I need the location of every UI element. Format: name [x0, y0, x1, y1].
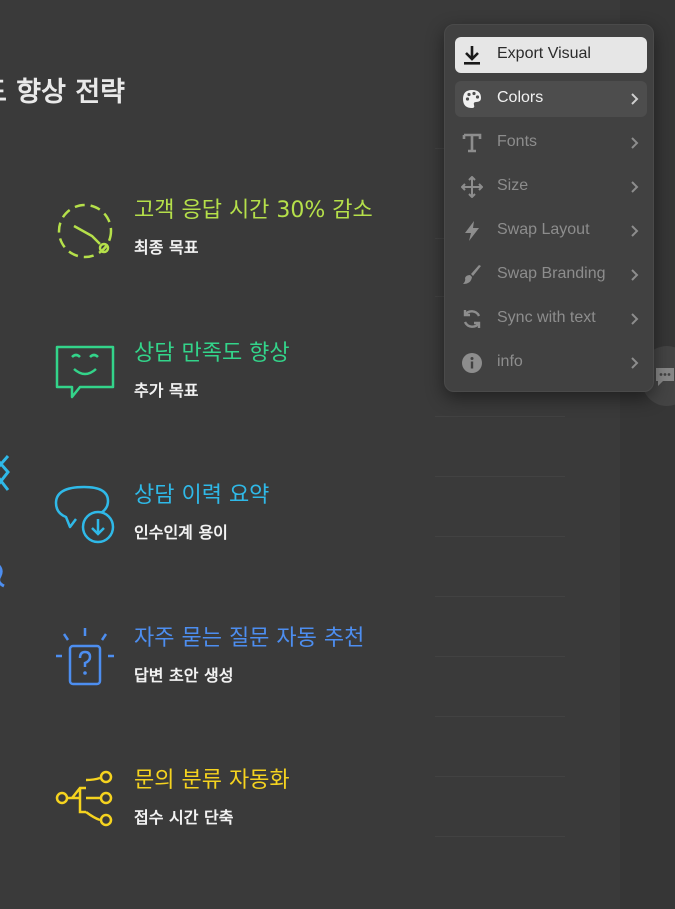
menu-item-label: Export Visual: [497, 45, 591, 62]
menu-item-label: Size: [497, 177, 529, 194]
smile-chat-icon: [55, 345, 115, 399]
feature-subtitle: 답변 초안 생성: [134, 666, 234, 685]
feature-item[interactable]: 자주 묻는 질문 자동 추천 답변 초안 생성: [52, 626, 432, 726]
feature-title: 문의 분류 자동화: [134, 768, 290, 793]
feature-item[interactable]: 상담 이력 요약 인수인계 용이: [52, 483, 432, 583]
clock-dashed-icon: [57, 203, 113, 259]
menu-item-label: Fonts: [497, 133, 538, 150]
menu-item-label: Sync with text: [497, 309, 596, 326]
menu-item-size[interactable]: Size: [455, 169, 647, 205]
feature-subtitle: 접수 시간 단축: [134, 808, 234, 827]
lightning-icon: [465, 221, 479, 241]
menu-item-swap-layout[interactable]: Swap Layout: [455, 213, 647, 249]
menu-item-label: Swap Branding: [497, 265, 606, 282]
feature-title: 상담 만족도 향상: [134, 341, 290, 366]
feature-title: 고객 응답 시간 30% 감소: [134, 198, 373, 223]
slide-title[interactable]: 도 향상 전략: [0, 70, 125, 109]
feature-subtitle: 인수인계 용이: [134, 523, 228, 542]
sync-icon: [463, 310, 481, 328]
feature-title: 자주 묻는 질문 자동 추천: [134, 626, 365, 651]
chevron-right-icon: [631, 137, 639, 149]
decorative-fragment-icon: [0, 565, 5, 588]
text-t-icon: [462, 133, 482, 153]
feature-item[interactable]: 상담 만족도 향상 추가 목표: [52, 341, 432, 441]
feature-item[interactable]: 문의 분류 자동화 접수 시간 단축: [52, 768, 432, 868]
menu-item-label: Colors: [497, 89, 544, 106]
feature-subtitle: 추가 목표: [134, 381, 199, 400]
palette-icon: [463, 90, 481, 108]
decorative-fragment-icon: [0, 455, 10, 491]
menu-item-colors[interactable]: Colors: [455, 81, 647, 117]
chevron-right-icon: [631, 225, 639, 237]
menu-item-fonts[interactable]: Fonts: [455, 125, 647, 161]
branch-flow-icon: [55, 770, 113, 827]
menu-item-sync-with-text[interactable]: Sync with text: [455, 301, 647, 337]
feature-item[interactable]: 고객 응답 시간 30% 감소 최종 목표: [52, 198, 432, 298]
move-arrows-icon: [461, 176, 483, 198]
chat-download-icon: [54, 485, 115, 544]
menu-item-label: info: [497, 353, 523, 370]
question-box-icon: [56, 628, 114, 686]
download-icon: [464, 46, 480, 65]
chat-icon: [656, 368, 674, 386]
chevron-right-icon: [631, 93, 639, 105]
chevron-right-icon: [631, 313, 639, 325]
chevron-right-icon: [631, 269, 639, 281]
menu-item-export-visual[interactable]: Export Visual: [455, 37, 647, 73]
menu-item-label: Swap Layout: [497, 221, 590, 238]
editor-canvas: 도 향상 전략 고객 응답 시간 30% 감소 최종 목표: [0, 0, 675, 909]
context-menu: Export Visual Colors Fonts Size Swap Lay…: [444, 24, 654, 392]
paint-brush-icon: [463, 265, 481, 284]
menu-item-info[interactable]: info: [455, 345, 647, 381]
chevron-right-icon: [631, 357, 639, 369]
info-icon: [462, 353, 482, 373]
feature-title: 상담 이력 요약: [134, 483, 270, 508]
chevron-right-icon: [631, 181, 639, 193]
feature-subtitle: 최종 목표: [134, 238, 199, 257]
menu-item-swap-branding[interactable]: Swap Branding: [455, 257, 647, 293]
